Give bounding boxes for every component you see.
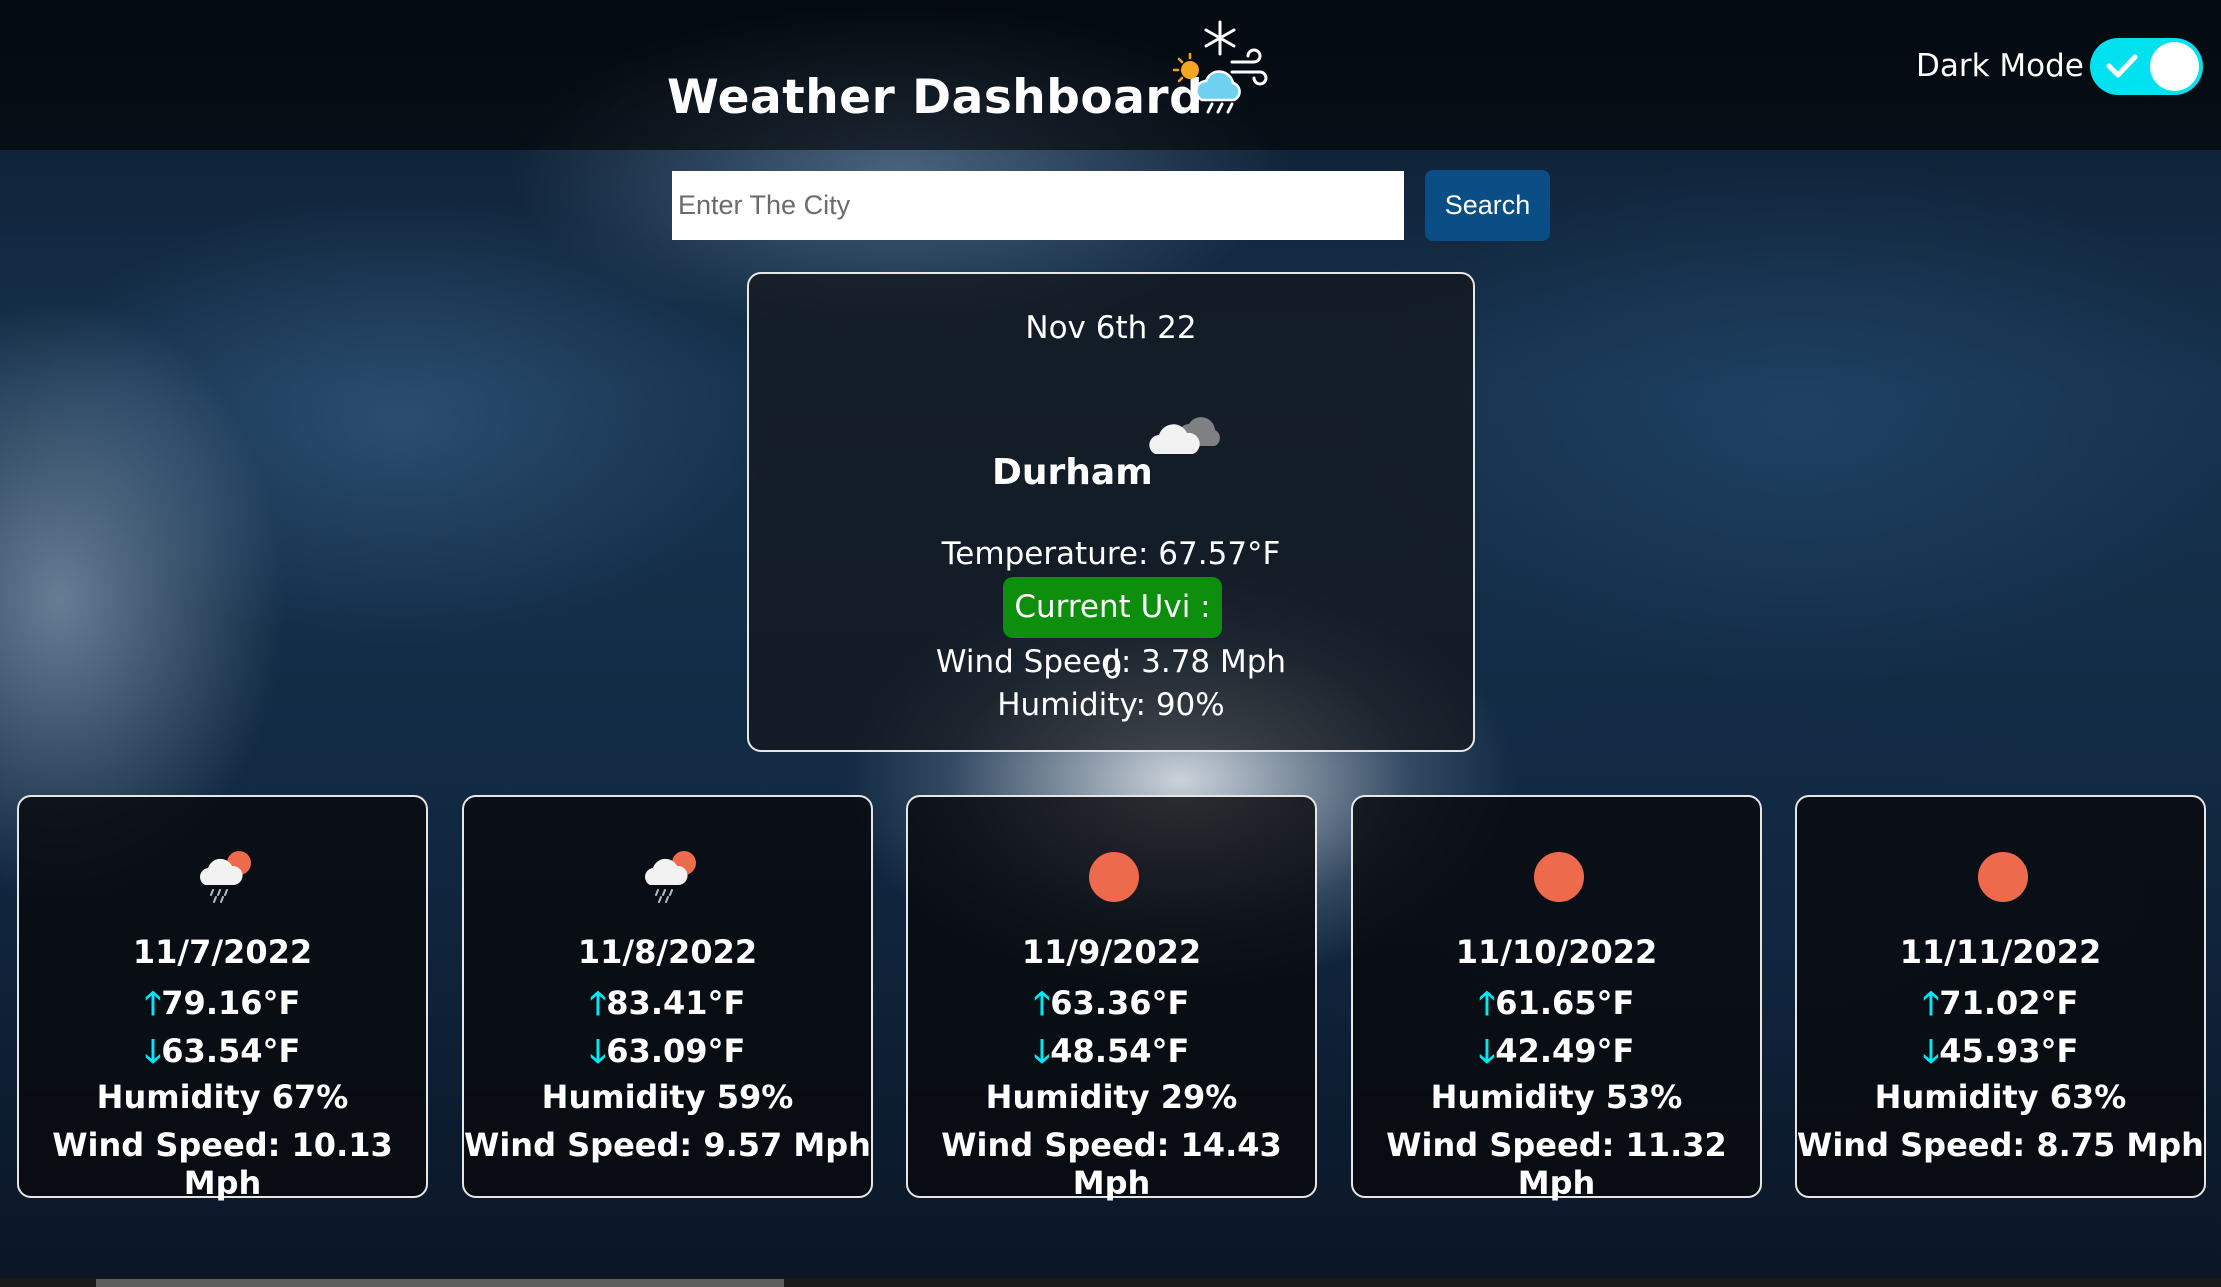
current-wind-speed: Wind Speed: 3.78 Mph (935, 644, 1287, 680)
sun-icon (1534, 852, 1584, 902)
dark-mode-toggle[interactable] (2090, 38, 2203, 95)
forecast-card: 11/10/2022 🡑61.65°F 🡓42.49°F Humidity 53… (1351, 795, 1762, 1202)
forecast-high: 🡑79.16°F (19, 981, 426, 1035)
forecast-date: 11/8/2022 (577, 933, 758, 971)
forecast-humidity: Humidity 53% (1430, 1078, 1683, 1116)
forecast-card: 11/9/2022 🡑63.36°F 🡓48.54°F Humidity 29%… (906, 795, 1317, 1202)
forecast-humidity: Humidity 63% (1874, 1078, 2127, 1116)
forecast-high-value: 71.02°F (1939, 984, 2079, 1022)
forecast-low-value: 42.49°F (1495, 1032, 1635, 1070)
rain-sun-icon (200, 851, 251, 903)
sun-icon (1978, 852, 2028, 902)
cloudy-icon (1149, 417, 1220, 454)
current-weather-card: Nov 6th 22 Durham Temperature: 67.57°F C… (747, 272, 1475, 752)
forecast-wind: Wind Speed: 9.57 Mph (464, 1126, 871, 1164)
forecast-low: 🡓48.54°F (908, 1029, 1315, 1083)
forecast-high-value: 83.41°F (606, 984, 746, 1022)
forecast-high-value: 63.36°F (1050, 984, 1190, 1022)
forecast-date: 11/10/2022 (1455, 933, 1658, 971)
current-city: Durham (992, 452, 1153, 493)
forecast-wind: Wind Speed: 11.32 Mph (1386, 1126, 1727, 1202)
forecast-card: 11/8/2022 🡑83.41°F 🡓63.09°F Humidity 59%… (462, 795, 873, 1198)
scrollbar-thumb[interactable] (96, 1279, 784, 1287)
forecast-high: 🡑61.65°F (1353, 981, 1760, 1035)
forecast-low: 🡓42.49°F (1353, 1029, 1760, 1083)
arrow-down-icon: 🡓 (1033, 1032, 1051, 1070)
forecast-wind: Wind Speed: 10.13 Mph (52, 1126, 393, 1202)
forecast-wind: Wind Speed: 8.75 Mph (1797, 1126, 2204, 1164)
forecast-humidity: Humidity 29% (985, 1078, 1238, 1116)
arrow-down-icon: 🡓 (589, 1032, 607, 1070)
forecast-low-value: 48.54°F (1050, 1032, 1190, 1070)
arrow-up-icon: 🡑 (1033, 984, 1051, 1022)
forecast-date: 11/7/2022 (132, 933, 313, 971)
search-button[interactable]: Search (1425, 170, 1550, 241)
snow-wind-rain-icon (1172, 20, 1268, 114)
dark-mode-label: Dark Mode (1916, 48, 2084, 84)
arrow-down-icon: 🡓 (144, 1032, 162, 1070)
arrow-up-icon: 🡑 (1478, 984, 1496, 1022)
forecast-low-value: 63.54°F (161, 1032, 301, 1070)
forecast-date: 11/9/2022 (1021, 933, 1202, 971)
forecast-high: 🡑83.41°F (464, 981, 871, 1035)
forecast-low: 🡓45.93°F (1797, 1029, 2204, 1083)
forecast-high-value: 61.65°F (1495, 984, 1635, 1022)
uvi-badge: Current Uvi : 0 (1003, 577, 1222, 686)
forecast-low: 🡓63.54°F (19, 1029, 426, 1083)
forecast-card: 11/11/2022 🡑71.02°F 🡓45.93°F Humidity 63… (1795, 795, 2206, 1198)
arrow-up-icon: 🡑 (1922, 984, 1940, 1022)
forecast-wind: Wind Speed: 14.43 Mph (941, 1126, 1282, 1202)
forecast-low: 🡓63.09°F (464, 1029, 871, 1083)
forecast-humidity: Humidity 67% (96, 1078, 349, 1116)
forecast-date: 11/11/2022 (1899, 933, 2102, 971)
arrow-up-icon: 🡑 (144, 984, 162, 1022)
current-temperature: Temperature: 67.57°F (941, 536, 1281, 572)
forecast-humidity: Humidity 59% (541, 1078, 794, 1116)
arrow-up-icon: 🡑 (589, 984, 607, 1022)
forecast-low-value: 45.93°F (1939, 1032, 2079, 1070)
current-date: Nov 6th 22 (1025, 310, 1197, 346)
forecast-card: 11/7/2022 🡑79.16°F 🡓63.54°F Humidity 67%… (17, 795, 428, 1202)
page-title: Weather Dashboard (667, 70, 1204, 125)
header-bar: Weather Dashboard Dark Mode (0, 0, 2221, 150)
forecast-high: 🡑63.36°F (908, 981, 1315, 1035)
forecast-low-value: 63.09°F (606, 1032, 746, 1070)
check-icon (2106, 54, 2138, 78)
arrow-down-icon: 🡓 (1478, 1032, 1496, 1070)
forecast-high: 🡑71.02°F (1797, 981, 2204, 1035)
city-search-input[interactable] (672, 171, 1404, 240)
rain-sun-icon (645, 851, 696, 903)
forecast-high-value: 79.16°F (161, 984, 301, 1022)
arrow-down-icon: 🡓 (1922, 1032, 1940, 1070)
sun-icon (1089, 852, 1139, 902)
current-humidity: Humidity: 90% (997, 687, 1225, 723)
toggle-knob (2150, 42, 2199, 91)
